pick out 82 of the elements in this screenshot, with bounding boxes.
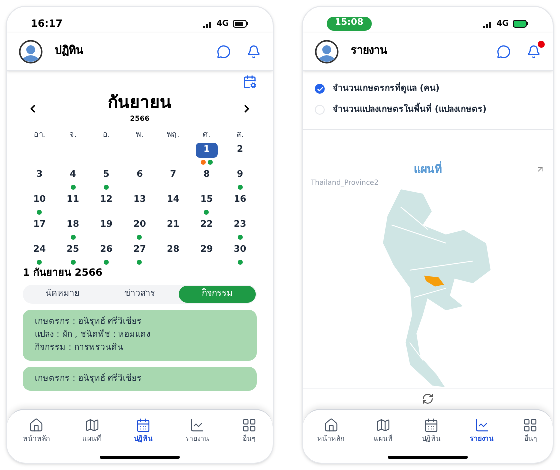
weekday-label: ส. xyxy=(236,128,246,141)
calendar-day[interactable]: 5 xyxy=(96,168,118,183)
signal-icon xyxy=(482,20,493,28)
tab[interactable]: กิจกรรม xyxy=(178,286,256,304)
map-title: แผนที่ xyxy=(414,162,442,178)
option-label: จำนวนแปลงเกษตรในพื้นที่ (แปลงเกษตร) xyxy=(333,104,487,116)
calendar-day[interactable]: 29 xyxy=(196,242,218,258)
home-icon xyxy=(324,418,339,432)
grid-icon xyxy=(523,418,538,432)
calendar-day[interactable]: 12 xyxy=(96,192,118,208)
calendar-day[interactable]: 30 xyxy=(229,242,252,258)
calendar-day[interactable]: 26 xyxy=(96,242,118,258)
calendar-settings-icon[interactable] xyxy=(243,75,257,89)
map-icon xyxy=(84,418,100,432)
weekday-label: ศ. xyxy=(202,128,212,141)
page-title: ปฏิทิน xyxy=(55,43,85,60)
calendar-day[interactable]: 9 xyxy=(229,168,252,183)
calendar-day[interactable]: 6 xyxy=(128,168,151,183)
calendar-day[interactable]: 3 xyxy=(28,168,51,183)
avatar-icon[interactable] xyxy=(315,40,339,64)
calendar-day[interactable]: 2 xyxy=(229,142,252,158)
weekday-label: อา. xyxy=(32,128,46,141)
chat-icon[interactable] xyxy=(497,44,511,58)
activity-card[interactable]: เกษตรกร : อนิรุทธ์ ศรีวิเชียร xyxy=(23,366,257,392)
calendar-day[interactable]: 11 xyxy=(62,192,84,208)
calendar-day[interactable]: 24 xyxy=(28,242,51,258)
month-title: กันยายน xyxy=(108,93,172,114)
calendar-day[interactable]: 15 xyxy=(196,192,218,208)
radio-button[interactable] xyxy=(315,105,325,116)
calendar-day[interactable]: 19 xyxy=(96,218,118,233)
option-label: จำนวนเกษตรกรที่ดูแล (คน) xyxy=(333,83,440,96)
battery-icon xyxy=(233,20,249,28)
calendar-day[interactable]: 28 xyxy=(162,242,184,258)
chart-icon xyxy=(190,418,205,432)
card-text: แปลง : ผัก , ชนิดพืช : หอมแดง xyxy=(35,329,152,342)
weekday-label: พ. xyxy=(135,128,145,141)
calendar-day[interactable]: 18 xyxy=(62,218,84,233)
card-text: กิจกรรม : การพรวนดิน xyxy=(35,342,124,354)
calendar-day[interactable]: 27 xyxy=(128,242,151,258)
calendar-day[interactable]: 13 xyxy=(128,192,151,208)
calendar-day[interactable]: 23 xyxy=(229,218,252,233)
battery-icon xyxy=(513,20,529,28)
map-icon xyxy=(376,418,391,432)
calendar-day[interactable]: 16 xyxy=(229,192,252,208)
weekday-label: พฤ. xyxy=(166,128,181,141)
calendar-icon xyxy=(424,418,439,432)
weekday-label: จ. xyxy=(68,128,78,141)
expand-icon[interactable] xyxy=(536,165,545,174)
network-label: 4G xyxy=(216,18,229,30)
network-label: 4G xyxy=(496,18,509,30)
refresh-icon[interactable] xyxy=(422,392,434,404)
home-icon xyxy=(29,418,44,432)
chat-icon[interactable] xyxy=(217,44,231,58)
selected-date: 1 กันยายน 2566 xyxy=(23,266,104,281)
tab[interactable]: ข่าวสาร xyxy=(101,286,179,304)
calendar-day[interactable]: 7 xyxy=(162,168,184,183)
calendar-icon xyxy=(136,418,151,432)
calendar-day[interactable]: 14 xyxy=(162,192,184,208)
calendar-day[interactable]: 8 xyxy=(196,168,218,183)
calendar-day[interactable]: 4 xyxy=(62,168,84,183)
radio-button[interactable] xyxy=(315,84,325,94)
status-time: 15:08 xyxy=(327,17,372,31)
calendar-day[interactable]: 1 xyxy=(196,142,218,158)
chart-icon xyxy=(474,418,490,432)
weekday-label: อ. xyxy=(102,128,112,141)
card-text: เกษตรกร : อนิรุทธ์ ศรีวิเชียร xyxy=(35,372,143,386)
tab[interactable]: นัดหมาย xyxy=(24,286,102,304)
grid-icon xyxy=(242,418,257,432)
card-text: เกษตรกร : อนิรุทธ์ ศรีวิเชียร xyxy=(35,316,143,329)
calendar-day[interactable]: 22 xyxy=(196,218,218,233)
calendar-day[interactable]: 25 xyxy=(62,242,84,258)
avatar-icon[interactable] xyxy=(19,40,43,64)
notification-icon[interactable] xyxy=(527,44,541,58)
page-title: รายงาน xyxy=(351,43,389,60)
calendar-day[interactable]: 20 xyxy=(128,218,151,233)
activity-card[interactable]: เกษตรกร : อนิรุทธ์ ศรีวิเชียร แปลง : ผัก , ชนิดพืช : หอมแดง กิจกรรม : การพรวนดิน xyxy=(23,310,257,360)
status-time: 16:17 xyxy=(31,18,63,32)
calendar-day[interactable]: 10 xyxy=(28,192,51,208)
calendar-day[interactable]: 17 xyxy=(28,218,51,233)
calendar-day[interactable]: 21 xyxy=(162,218,184,233)
notification-icon[interactable] xyxy=(247,44,261,58)
signal-icon xyxy=(202,20,213,28)
